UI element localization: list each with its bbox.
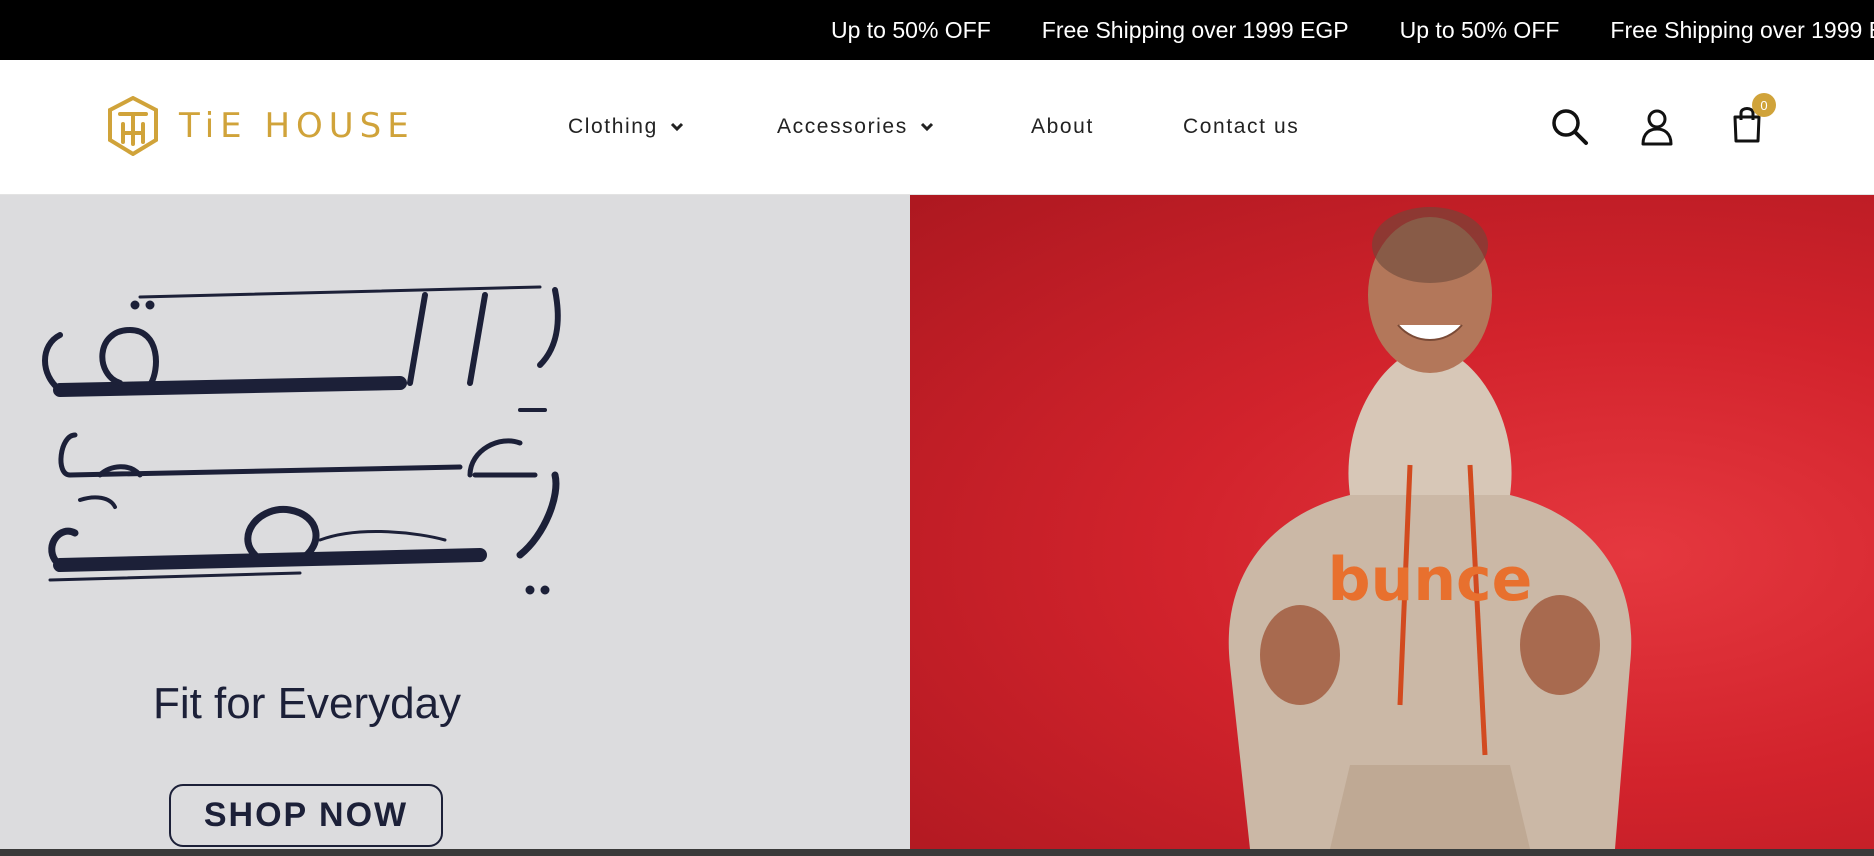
chevron-down-icon (920, 122, 933, 132)
hero-tagline: Fit for Everyday (152, 679, 462, 728)
nav-item-label: Accessories (777, 115, 908, 138)
nav-item-about[interactable]: About (1031, 60, 1094, 194)
arabic-calligraphy-headline (42, 285, 561, 595)
hero-text-panel: Fit for Everyday SHOP NOW (0, 195, 910, 849)
nav-item-accessories[interactable]: Accessories (777, 60, 934, 194)
site-header: TiE HOUSE Clothing Accessories About Con… (0, 60, 1874, 195)
model-in-hoodie-image: bunce (1228, 207, 1632, 849)
account-icon[interactable] (1640, 108, 1674, 146)
announcement-item: Up to 50% OFF (1399, 16, 1560, 43)
site-logo[interactable]: TiE HOUSE (107, 96, 415, 156)
logo-text: TiE HOUSE (179, 106, 415, 146)
cart-count-badge: 0 (1752, 93, 1776, 117)
announcement-item: Free Shipping over 1999 EGP (1610, 16, 1874, 43)
hoodie-print-text: bunce (1328, 545, 1533, 615)
announcement-bar: Up to 50% OFF Free Shipping over 1999 EG… (0, 0, 1874, 60)
announcement-marquee: Up to 50% OFF Free Shipping over 1999 EG… (831, 0, 1874, 60)
bottom-divider (0, 849, 1874, 856)
hero-model-image: bunce (910, 195, 1874, 849)
nav-item-label: About (1031, 115, 1094, 138)
nav-item-contact[interactable]: Contact us (1183, 60, 1299, 194)
nav-item-label: Contact us (1183, 115, 1300, 138)
search-icon[interactable] (1549, 106, 1589, 146)
chevron-down-icon (670, 122, 683, 132)
shop-now-button[interactable]: SHOP NOW (169, 784, 443, 847)
th-monogram-logo-icon (108, 96, 158, 156)
nav-item-clothing[interactable]: Clothing (568, 60, 684, 194)
announcement-item: Free Shipping over 1999 EGP (1041, 16, 1349, 43)
announcement-item: Up to 50% OFF (831, 16, 991, 43)
nav-item-label: Clothing (568, 115, 658, 138)
